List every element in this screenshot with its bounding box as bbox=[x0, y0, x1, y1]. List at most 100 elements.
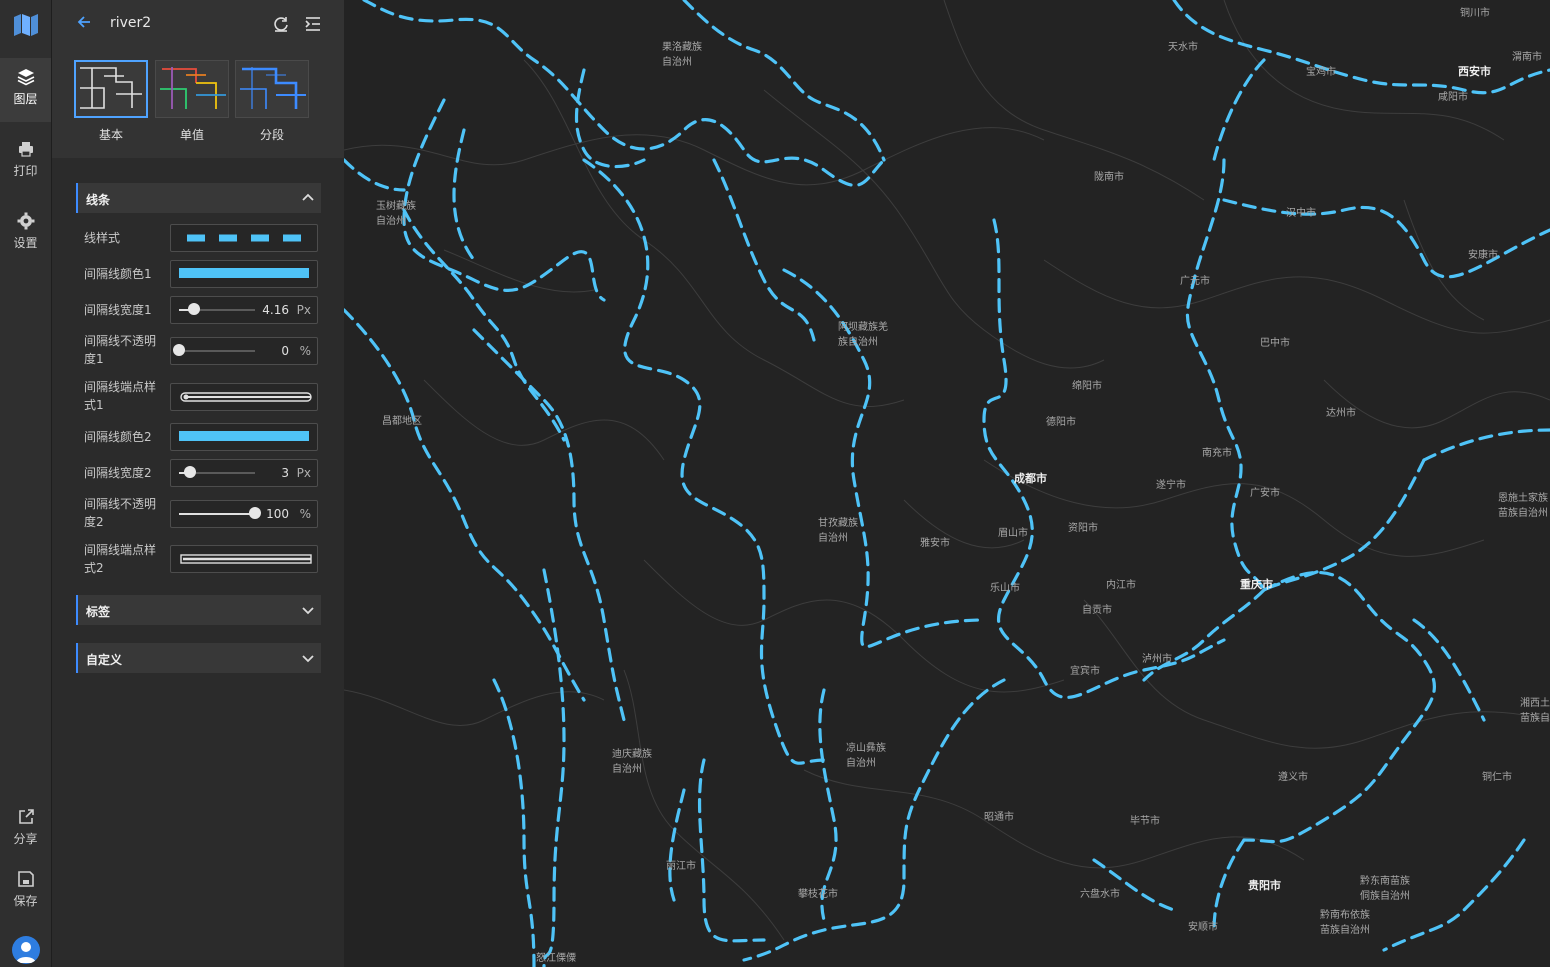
map-canvas[interactable]: 果洛藏族 自治州 天水市 宝鸡市 西安市 咸阳市 铜川市 渭南市 玉树藏族 自治… bbox=[344, 0, 1550, 967]
city-label-guoluo: 果洛藏族 自治州 bbox=[662, 42, 702, 68]
style-card-range[interactable]: 分段 bbox=[235, 60, 309, 143]
city-label-baoji: 宝鸡市 bbox=[1306, 67, 1336, 78]
style-card-basic[interactable]: 基本 bbox=[74, 60, 148, 143]
section-label-header[interactable]: 标签 bbox=[76, 595, 321, 625]
rail-label-layers: 图层 bbox=[13, 92, 38, 106]
unique-style-thumbnail-icon bbox=[155, 60, 229, 118]
city-label-qiannan: 黔南布依族 苗族自治州 bbox=[1320, 910, 1370, 936]
prop-label-width2: 间隔线宽度2 bbox=[84, 466, 152, 480]
range-style-thumbnail-icon bbox=[235, 60, 309, 118]
share-icon bbox=[18, 809, 34, 824]
city-label-luzhou: 泸州市 bbox=[1142, 654, 1172, 665]
style-card-unique[interactable]: 单值 bbox=[155, 60, 229, 143]
city-label-nanchong: 南充市 bbox=[1202, 448, 1232, 459]
city-label-panzhihua: 攀枝花市 bbox=[798, 889, 838, 900]
city-label-chengdu: 成都市 bbox=[1014, 472, 1047, 485]
map-boundaries bbox=[344, 0, 1550, 967]
city-label-deyang: 德阳市 bbox=[1046, 417, 1076, 428]
rail-item-share[interactable]: 分享 bbox=[0, 808, 51, 847]
user-avatar-icon[interactable] bbox=[12, 936, 40, 964]
city-label-nujiang: 怒江傈僳 bbox=[536, 953, 576, 964]
slider-track bbox=[179, 507, 261, 519]
width2-slider[interactable]: 3 Px bbox=[170, 459, 318, 487]
city-label-xiangxi: 湘西土 苗族自 bbox=[1520, 698, 1550, 724]
collapse-panel-icon[interactable] bbox=[304, 15, 322, 37]
slider-fill bbox=[179, 513, 255, 515]
gear-icon bbox=[17, 212, 34, 230]
city-label-tongchuan: 铜川市 bbox=[1460, 8, 1490, 19]
color2-swatch bbox=[179, 431, 309, 441]
opacity2-slider[interactable]: 100 % bbox=[170, 500, 318, 528]
chevron-down-icon bbox=[302, 607, 314, 615]
section-label-title: 标签 bbox=[86, 605, 111, 619]
city-label-xian: 西安市 bbox=[1458, 65, 1491, 78]
width1-value[interactable]: 4.16 bbox=[262, 303, 289, 317]
city-label-aba: 阿坝藏族羌 族自治州 bbox=[838, 322, 888, 348]
prop-label-width1: 间隔线宽度1 bbox=[84, 303, 152, 317]
opacity1-value[interactable]: 0 bbox=[281, 344, 289, 358]
city-label-yibin: 宜宾市 bbox=[1070, 666, 1100, 677]
style-card-label-basic: 基本 bbox=[98, 128, 123, 142]
section-line-header[interactable]: 线条 bbox=[76, 183, 321, 213]
city-label-yushu: 玉树藏族 自治州 bbox=[376, 201, 416, 227]
width1-slider[interactable]: 4.16 Px bbox=[170, 296, 318, 324]
slider-handle[interactable] bbox=[249, 507, 261, 519]
app-logo-icon[interactable] bbox=[13, 13, 39, 41]
slider-handle[interactable] bbox=[188, 303, 201, 315]
basic-style-thumbnail-icon bbox=[74, 60, 148, 118]
cap2-select[interactable] bbox=[170, 545, 318, 573]
city-label-ankang: 安康市 bbox=[1468, 250, 1498, 261]
city-label-ganzi: 甘孜藏族 自治州 bbox=[818, 518, 858, 544]
city-label-zunyi: 遵义市 bbox=[1278, 772, 1308, 783]
rail-item-save[interactable]: 保存 bbox=[0, 870, 51, 909]
color2-picker[interactable] bbox=[170, 423, 318, 451]
city-label-diqing: 迪庆藏族 自治州 bbox=[612, 749, 652, 775]
rail-label-save: 保存 bbox=[13, 894, 38, 908]
section-custom-header[interactable]: 自定义 bbox=[76, 643, 321, 673]
width1-unit: Px bbox=[296, 303, 311, 317]
rail-label-share: 分享 bbox=[13, 832, 38, 846]
layer-style-panel: river2 基本 单值 分段 线条 线样式 间隔线颜色1 间隔线宽度1 4.1… bbox=[52, 0, 344, 967]
width2-unit: Px bbox=[296, 466, 311, 480]
slider-handle[interactable] bbox=[184, 466, 197, 478]
line-style-select[interactable] bbox=[170, 224, 318, 252]
slider-track bbox=[173, 344, 255, 356]
slider-track bbox=[179, 303, 255, 315]
section-custom-title: 自定义 bbox=[86, 653, 123, 667]
city-label-guangan: 广安市 bbox=[1250, 488, 1280, 499]
rail-item-print[interactable]: 打印 bbox=[0, 140, 51, 179]
city-label-meishan: 眉山市 bbox=[998, 528, 1028, 539]
city-label-neijiang: 内江市 bbox=[1106, 580, 1136, 591]
back-arrow-icon[interactable] bbox=[76, 14, 92, 34]
cap1-select[interactable] bbox=[170, 383, 318, 411]
square-cap-preview-icon bbox=[180, 554, 312, 564]
chevron-up-icon bbox=[302, 193, 314, 201]
city-label-yaan: 雅安市 bbox=[920, 538, 950, 549]
city-label-mianyang: 绵阳市 bbox=[1072, 381, 1102, 392]
panel-header: river2 基本 单值 分段 bbox=[52, 0, 344, 158]
slider-handle[interactable] bbox=[173, 344, 185, 356]
save-icon bbox=[17, 871, 34, 887]
city-label-ziyang: 资阳市 bbox=[1068, 523, 1098, 534]
rail-item-layers[interactable]: 图层 bbox=[0, 58, 51, 122]
printer-icon bbox=[18, 142, 33, 157]
prop-label-line-style: 线样式 bbox=[84, 231, 121, 245]
color1-picker[interactable] bbox=[170, 260, 318, 288]
prop-label-color1: 间隔线颜色1 bbox=[84, 267, 152, 281]
opacity1-slider[interactable]: 0 % bbox=[170, 337, 318, 365]
rail-item-settings[interactable]: 设置 bbox=[0, 212, 51, 251]
city-label-leshan: 乐山市 bbox=[990, 583, 1020, 594]
prop-label-opacity1: 间隔线不透明度1 bbox=[84, 334, 157, 366]
rail-label-settings: 设置 bbox=[13, 236, 38, 250]
city-label-tianshui: 天水市 bbox=[1168, 42, 1198, 53]
city-label-enshi: 恩施土家族 苗族自治州 bbox=[1498, 493, 1548, 519]
layer-title: river2 bbox=[110, 15, 152, 31]
city-label-tongren: 铜仁市 bbox=[1482, 772, 1512, 783]
city-label-hanzhong: 汉中市 bbox=[1286, 208, 1316, 219]
city-label-guangyuan: 广元市 bbox=[1180, 276, 1210, 287]
opacity2-value[interactable]: 100 bbox=[266, 507, 289, 521]
refresh-icon[interactable] bbox=[272, 15, 290, 37]
prop-label-cap1: 间隔线端点样式1 bbox=[84, 380, 157, 412]
city-label-bazhong: 巴中市 bbox=[1260, 338, 1290, 349]
width2-value[interactable]: 3 bbox=[281, 466, 289, 480]
